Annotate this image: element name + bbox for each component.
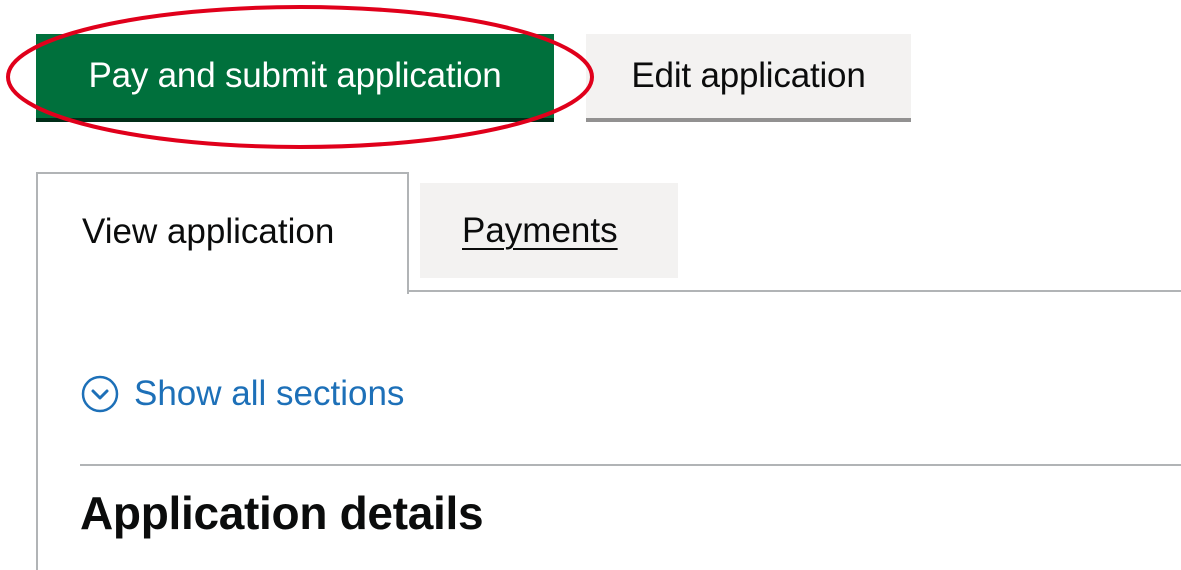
tab-payments-label: Payments [462,211,618,250]
show-all-sections-link[interactable]: Show all sections [80,374,404,414]
show-all-sections-label: Show all sections [134,374,405,413]
tab-payments[interactable]: Payments [420,183,678,278]
pay-and-submit-button[interactable]: Pay and submit application [36,34,554,118]
section-divider [80,464,1181,466]
chevron-down-circle-icon [81,375,119,413]
edit-application-button[interactable]: Edit application [586,34,911,118]
application-details-heading: Application details [80,487,484,539]
tab-view-application[interactable]: View application [36,172,409,294]
